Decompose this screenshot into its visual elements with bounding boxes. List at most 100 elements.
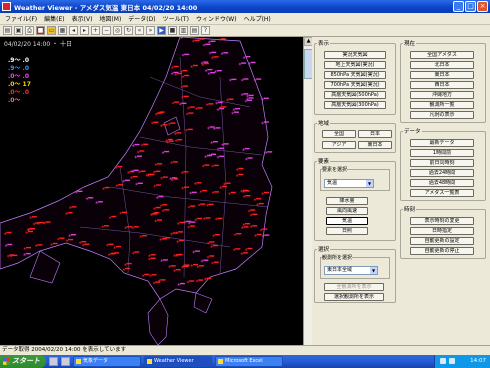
volume-icon[interactable] [449, 358, 455, 364]
data-button-6[interactable]: アメダス一覧表 [410, 189, 474, 197]
menu-map[interactable]: 地図(M) [99, 14, 121, 23]
region-button-2[interactable]: 日本 [358, 130, 392, 138]
chevron-down-icon[interactable]: ▼ [370, 267, 377, 274]
start-label: スタート [12, 357, 40, 365]
station-value-mark [175, 254, 181, 256]
station-value-mark [252, 225, 258, 227]
station-value-mark [217, 217, 223, 220]
temperature-legend: .9～ .0 .9～ .0 .0～ .0 .0～ 17 .0～ .0 .0～ [8, 57, 31, 105]
forward-icon[interactable]: ▸ [80, 26, 89, 35]
taskbar-item-active[interactable]: Weather Viewer [144, 356, 212, 367]
select-button-2[interactable]: 選択観測所を表示 [324, 293, 384, 301]
current-button-6[interactable]: 観測所一覧 [410, 101, 474, 109]
station-value-mark [243, 93, 249, 95]
station-select[interactable]: 東日本全域 ▼ [324, 266, 378, 275]
current-button-4[interactable]: 西日本 [410, 81, 474, 89]
stop-icon[interactable]: ■ [168, 26, 177, 35]
quick-launch-icon[interactable] [61, 357, 70, 366]
menu-window[interactable]: ウィンドウ(W) [196, 14, 237, 23]
station-value-mark [125, 267, 131, 270]
time-button-2[interactable]: 日時指定 [410, 227, 474, 235]
chart-icon[interactable]: ▥ [179, 26, 188, 35]
element-button-4[interactable]: 日照 [326, 227, 368, 235]
grid-icon[interactable]: ▦ [58, 26, 67, 35]
close-button[interactable]: × [477, 1, 488, 12]
menu-edit[interactable]: 編集(E) [44, 14, 64, 23]
prev-icon[interactable]: « [135, 26, 144, 35]
station-value-mark [242, 189, 248, 192]
zoom-fit-icon[interactable]: ◎ [113, 26, 122, 35]
element-select-label: 要素を選択 [322, 166, 348, 173]
menu-help[interactable]: ヘルプ(H) [244, 14, 271, 23]
data-button-3[interactable]: 前日同時刻 [410, 159, 474, 167]
data-button-5[interactable]: 過去48時間 [410, 179, 474, 187]
open-icon[interactable]: ▤ [3, 26, 12, 35]
station-value-mark [225, 182, 231, 184]
data-button-2[interactable]: 1時間前 [410, 149, 474, 157]
data-button-4[interactable]: 過去24時間 [410, 169, 474, 177]
help-icon[interactable]: ? [201, 26, 210, 35]
data-button-1[interactable]: 最新データ [410, 139, 474, 147]
minimize-button[interactable]: _ [453, 1, 464, 12]
station-value-mark [212, 244, 218, 247]
current-button-2[interactable]: 北日本 [410, 61, 474, 69]
start-button[interactable]: スタート [0, 355, 46, 368]
element-button-3[interactable]: 気温 [326, 217, 368, 225]
refresh-icon[interactable]: ↻ [124, 26, 133, 35]
region-button-4[interactable]: 東日本 [358, 141, 392, 149]
station-value-mark [59, 237, 65, 239]
save-icon[interactable]: ▣ [14, 26, 23, 35]
station-value-mark [245, 195, 251, 197]
taskbar-item[interactable]: 気象データ [73, 356, 141, 367]
folder-icon[interactable]: ▭ [47, 26, 56, 35]
current-button-3[interactable]: 東日本 [410, 71, 474, 79]
station-value-mark [223, 52, 229, 54]
station-value-mark [208, 103, 214, 105]
back-icon[interactable]: ◂ [69, 26, 78, 35]
time-button-4[interactable]: 自動更新の停止 [410, 247, 474, 255]
element-button-2[interactable]: 風向風速 [326, 207, 368, 215]
region-button-3[interactable]: アジア [322, 141, 356, 149]
current-button-7[interactable]: 凡例の表示 [410, 111, 474, 119]
region-button-1[interactable]: 全国 [322, 130, 356, 138]
display-button-4[interactable]: 700hPa 天気図(実況) [324, 81, 386, 89]
play-icon[interactable]: ▶ [157, 26, 166, 35]
station-value-mark [215, 127, 221, 129]
station-value-mark [198, 279, 204, 281]
element-select[interactable]: 気温 ▼ [324, 179, 374, 188]
display-button-2[interactable]: 地上天気図(実況) [324, 61, 386, 69]
station-value-mark [67, 212, 73, 214]
current-button-1[interactable]: 全国アメダス [410, 51, 474, 59]
next-icon[interactable]: » [146, 26, 155, 35]
current-button-5[interactable]: 沖縄地方 [410, 91, 474, 99]
element-button-1[interactable]: 降水量 [326, 197, 368, 205]
window-icon [147, 359, 152, 364]
display-button-3[interactable]: 850hPa 天気図(実況) [324, 71, 386, 79]
station-value-mark [248, 94, 254, 97]
zoom-in-icon[interactable]: + [91, 26, 100, 35]
station-value-mark [177, 139, 183, 141]
quick-launch-icon[interactable] [49, 357, 58, 366]
vertical-scrollbar[interactable]: ▲ [303, 37, 313, 345]
taskbar-item[interactable]: Microsoft Excel [215, 356, 283, 367]
network-icon[interactable] [440, 358, 446, 364]
menu-file[interactable]: ファイル(F) [5, 14, 37, 23]
menu-view[interactable]: 表示(V) [72, 14, 93, 23]
table-icon[interactable]: ▤ [190, 26, 199, 35]
red-square-icon[interactable]: ■ [36, 26, 45, 35]
japan-map[interactable]: ∗∗∗∗∗∗∗∗∗∗∗∗∗∗∗∗∗∗∗∗∗∗∗∗∗∗∗∗∗∗∗∗∗∗∗∗∗∗∗∗… [0, 37, 303, 345]
maximize-button[interactable]: □ [465, 1, 476, 12]
zoom-out-icon[interactable]: − [102, 26, 111, 35]
time-button-3[interactable]: 自動更新の設定 [410, 237, 474, 245]
map-view[interactable]: ∗ ∗ ∗ ∗ ∗ ∗ ∗ ∗ ∗ ∗ ∗ ∗ ∗ ∗ ∗ ∗ ∗ ∗ ∗ ∗ ∗ ∗ ∗ ∗ ∗ ∗ ∗ ∗ ∗ ∗ ∗ ∗ ∗ ∗ ∗ ∗ ∗ ∗ ∗ ∗… [0, 37, 303, 345]
app-icon[interactable] [2, 2, 11, 11]
menu-tools[interactable]: ツール(T) [163, 14, 189, 23]
time-button-1[interactable]: 表示時刻の変更 [410, 217, 474, 225]
select-button-1[interactable]: 全観測所を表示 [324, 283, 384, 291]
display-button-6[interactable]: 高層天気図(300hPa) [324, 101, 386, 109]
display-button-1[interactable]: 実況天気図 [324, 51, 386, 59]
chevron-down-icon[interactable]: ▼ [366, 180, 373, 187]
menu-data[interactable]: データ(D) [128, 14, 155, 23]
display-button-5[interactable]: 高層天気図(500hPa) [324, 91, 386, 99]
print-icon[interactable]: ⎙ [25, 26, 34, 35]
